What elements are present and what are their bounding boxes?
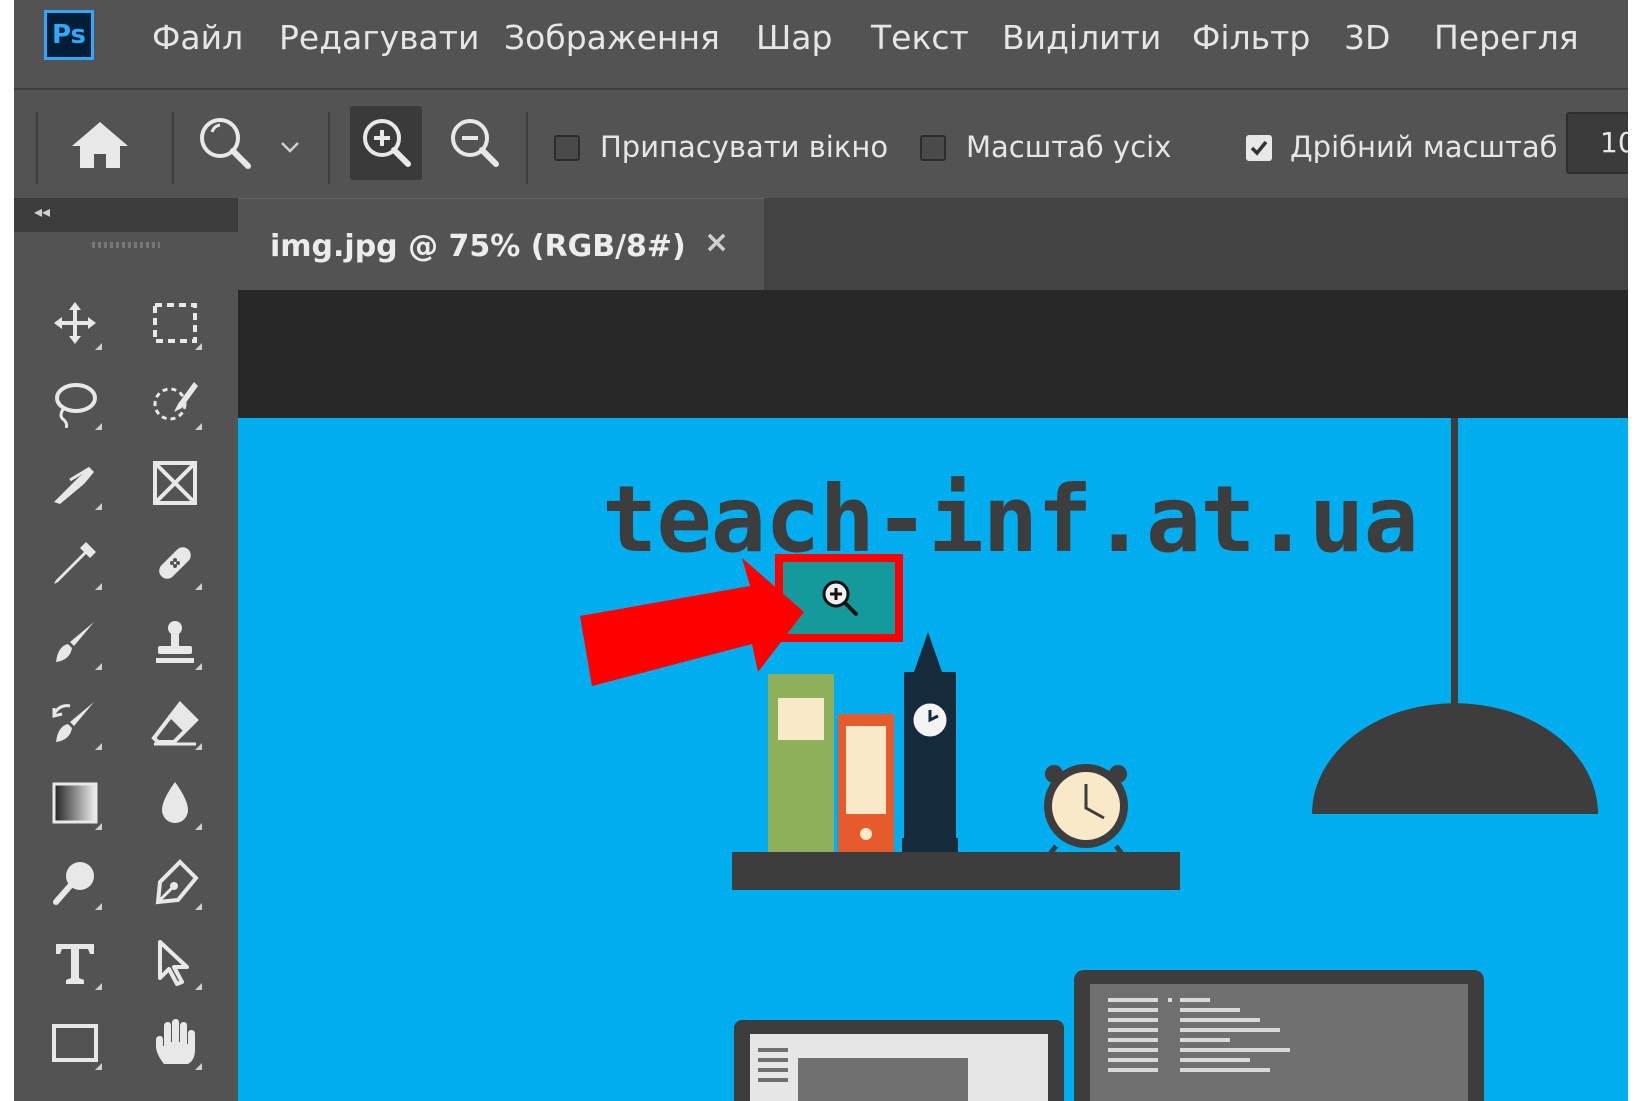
crop-icon [54, 466, 94, 504]
chevron-down-icon [281, 142, 299, 153]
document-tab[interactable]: img.jpg @ 75% (RGB/8#) × [238, 198, 764, 291]
eraser-icon [151, 700, 199, 746]
menu-image[interactable]: Зображення [504, 18, 720, 57]
menu-view[interactable]: Перегля [1434, 18, 1579, 57]
shelf [732, 852, 1180, 890]
menu-file[interactable]: Файл [152, 18, 243, 57]
dodge-icon [53, 862, 94, 905]
tool-preset-picker[interactable] [190, 110, 310, 176]
scrubby-zoom-checkbox[interactable] [1246, 135, 1272, 161]
clone-stamp-icon [156, 621, 194, 663]
tool-dodge[interactable] [32, 848, 112, 918]
home-icon [72, 122, 128, 168]
options-separator [36, 112, 38, 184]
menu-edit[interactable]: Редагувати [279, 18, 479, 57]
frame-icon [153, 461, 197, 505]
pen-icon [155, 859, 199, 905]
marquee-icon [153, 303, 197, 343]
checkmark-icon [1250, 140, 1268, 156]
rectangle-icon [52, 1024, 98, 1062]
collapse-panel-icon[interactable]: ◂◂ [34, 202, 50, 221]
scrubby-zoom-label: Дрібний масштаб [1290, 130, 1558, 164]
options-separator [172, 112, 174, 184]
tool-eyedropper[interactable] [32, 528, 112, 598]
menu-layer[interactable]: Шар [756, 18, 832, 57]
image-canvas[interactable]: teach-inf.at.ua [238, 418, 1628, 1101]
panel-grip[interactable] [92, 242, 160, 248]
path-selection-icon [158, 940, 189, 986]
history-brush-icon [52, 702, 94, 742]
tool-healing-brush[interactable] [132, 528, 212, 598]
close-tab-icon[interactable]: × [704, 225, 729, 260]
tool-marquee[interactable] [132, 288, 212, 358]
options-bar: Припасувати вікно Масштаб усіх Дрібний м… [14, 88, 1628, 196]
zoom-all-windows-checkbox[interactable] [920, 135, 946, 161]
menu-select[interactable]: Виділити [1002, 18, 1161, 57]
zoom-in-icon [363, 119, 411, 167]
zoom-out-button[interactable] [438, 106, 510, 180]
tool-eraser[interactable] [132, 688, 212, 758]
tool-crop[interactable] [32, 448, 112, 518]
tool-gradient[interactable] [32, 768, 112, 838]
type-icon [56, 944, 94, 984]
lasso-icon [55, 383, 97, 428]
blur-icon [162, 782, 188, 823]
tool-lasso[interactable] [32, 368, 112, 438]
lamp-cord [1451, 418, 1458, 708]
zoom-level-field[interactable]: 10 [1566, 112, 1628, 174]
tool-path-selection[interactable] [132, 928, 212, 998]
zoom-all-windows-label: Масштаб усіх [966, 130, 1172, 164]
fit-window-label: Припасувати вікно [600, 130, 889, 164]
tool-move[interactable] [32, 288, 112, 358]
clock-tower [904, 632, 956, 852]
zoom-in-button[interactable] [350, 106, 422, 180]
menu-bar: Ps Файл Редагувати Зображення Шар Текст … [14, 0, 1628, 82]
photoshop-logo: Ps [44, 10, 94, 60]
options-separator [526, 112, 528, 184]
tool-quick-selection[interactable] [132, 368, 212, 438]
brush-icon [56, 622, 94, 662]
tool-blur[interactable] [132, 768, 212, 838]
image-watermark-text: teach-inf.at.ua [602, 466, 1419, 573]
tool-hand[interactable] [132, 1008, 212, 1078]
move-icon [54, 302, 96, 344]
pasteboard [238, 290, 1628, 418]
tools-panel: ◂◂ [14, 198, 238, 1101]
quick-selection-icon [153, 382, 198, 421]
tool-frame[interactable] [132, 448, 212, 518]
document-tab-title: img.jpg @ 75% (RGB/8#) [270, 229, 686, 264]
tool-history-brush[interactable] [32, 688, 112, 758]
tool-pen[interactable] [132, 848, 212, 918]
menu-3d[interactable]: 3D [1344, 18, 1390, 57]
pointer-arrow [580, 558, 804, 686]
menu-type[interactable]: Текст [871, 18, 969, 57]
tool-type[interactable] [32, 928, 112, 998]
pendant-lamp [1312, 703, 1598, 814]
fit-window-checkbox[interactable] [554, 135, 580, 161]
document-tab-strip: img.jpg @ 75% (RGB/8#) × [238, 198, 1628, 291]
home-button[interactable] [66, 114, 134, 174]
eyedropper-icon [54, 542, 96, 584]
zoom-out-icon [451, 119, 499, 167]
menu-filter[interactable]: Фільтр [1192, 18, 1310, 57]
healing-brush-icon [159, 547, 191, 579]
hand-icon [156, 1019, 195, 1064]
gradient-icon [52, 782, 98, 824]
tools-panel-header: ◂◂ [14, 198, 238, 232]
tool-rectangle[interactable] [32, 1008, 112, 1078]
photoshop-window: Ps Файл Редагувати Зображення Шар Текст … [14, 0, 1628, 1101]
tool-brush[interactable] [32, 608, 112, 678]
options-separator [328, 112, 330, 184]
tool-clone-stamp[interactable] [132, 608, 212, 678]
